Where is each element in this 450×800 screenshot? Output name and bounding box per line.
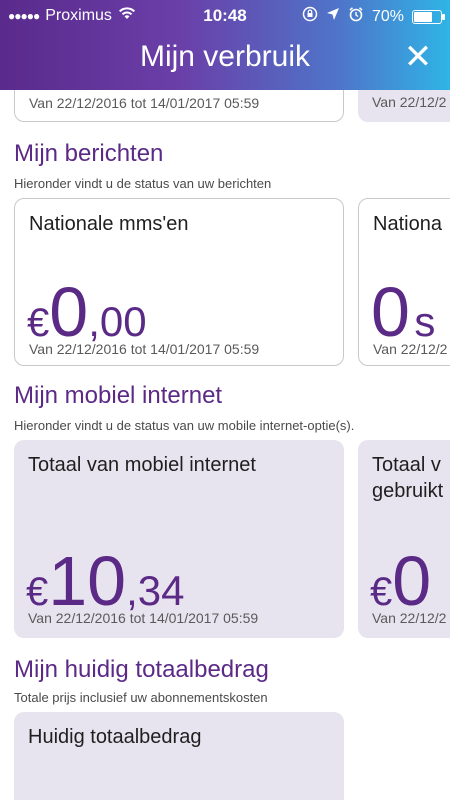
section-heading-totaal: Mijn huidig totaalbedrag: [14, 656, 269, 683]
section-subtitle-totaal: Totale prijs inclusief uw abonnementskos…: [14, 690, 268, 705]
status-bar-right: 70%: [302, 6, 445, 27]
card-period: Van 22/12/2: [372, 94, 447, 110]
usage-card-previous[interactable]: Van 22/12/2016 tot 14/01/2017 05:59: [14, 90, 344, 122]
card-title-line-1: Totaal v: [372, 454, 441, 476]
battery-level: [414, 11, 432, 22]
rotation-lock-icon: [302, 6, 318, 27]
card-title: Nationa: [373, 213, 442, 235]
card-title: Huidig totaalbedrag: [28, 726, 202, 748]
page-title: Mijn verbruik: [139, 40, 311, 73]
card-title: Totaal v gebruikt: [372, 452, 443, 504]
card-amount: 0 s: [371, 277, 435, 347]
amount-whole: 0: [49, 273, 89, 351]
card-amount: €10,34: [26, 546, 185, 616]
amount-whole: 0: [392, 542, 432, 620]
card-period: Van 22/12/2: [373, 341, 448, 357]
usage-card-mobile-internet-used[interactable]: Totaal v gebruikt €0 Van 22/12/2: [358, 440, 450, 638]
card-period: Van 22/12/2016 tot 14/01/2017 05:59: [29, 341, 260, 357]
amount-decimal: ,34: [126, 567, 185, 614]
usage-card-nationale-mms[interactable]: Nationale mms'en €0,00 Van 22/12/2016 to…: [14, 198, 344, 366]
app-header: ●●●●● Proximus 10:48 70% Mijn verbruik ✕: [0, 0, 450, 90]
amount-decimal: ,00: [88, 298, 147, 345]
amount-unit: s: [414, 298, 436, 345]
amount-whole: 0: [371, 273, 410, 351]
card-period: Van 22/12/2016 tot 14/01/2017 05:59: [29, 95, 260, 111]
card-title-line-2: gebruikt: [372, 480, 444, 502]
currency-symbol: €: [26, 570, 49, 614]
battery-percentage: 70%: [371, 7, 404, 25]
section-heading-berichten: Mijn berichten: [14, 140, 164, 167]
usage-card-nationale-sms[interactable]: Nationa 0 s Van 22/12/2: [358, 198, 450, 366]
alarm-icon: [348, 6, 364, 27]
section-subtitle-internet: Hieronder vindt u de status van uw mobil…: [14, 418, 355, 433]
status-bar: ●●●●● Proximus 10:48 70%: [0, 0, 450, 30]
section-subtitle-berichten: Hieronder vindt u de status van uw beric…: [14, 176, 272, 191]
usage-card-mobile-internet-total[interactable]: Totaal van mobiel internet €10,34 Van 22…: [14, 440, 344, 638]
close-icon: ✕: [403, 38, 433, 76]
card-amount: €0: [370, 546, 431, 616]
usage-card-previous-right[interactable]: Van 22/12/2: [358, 90, 450, 122]
location-icon: [326, 7, 340, 26]
section-heading-internet: Mijn mobiel internet: [14, 382, 223, 409]
card-amount: €0,00: [27, 277, 147, 347]
amount-whole: 10: [48, 542, 127, 620]
currency-symbol: €: [370, 570, 393, 614]
usage-card-current-total[interactable]: Huidig totaalbedrag: [14, 712, 344, 800]
card-title: Totaal van mobiel internet: [28, 454, 256, 476]
card-title: Nationale mms'en: [29, 213, 189, 235]
currency-symbol: €: [27, 301, 50, 345]
close-button[interactable]: ✕: [402, 40, 434, 74]
card-period: Van 22/12/2016 tot 14/01/2017 05:59: [28, 610, 259, 626]
usage-content[interactable]: Van 22/12/2016 tot 14/01/2017 05:59 Van …: [0, 90, 450, 800]
card-period: Van 22/12/2: [372, 610, 447, 626]
battery-icon: [412, 9, 445, 24]
